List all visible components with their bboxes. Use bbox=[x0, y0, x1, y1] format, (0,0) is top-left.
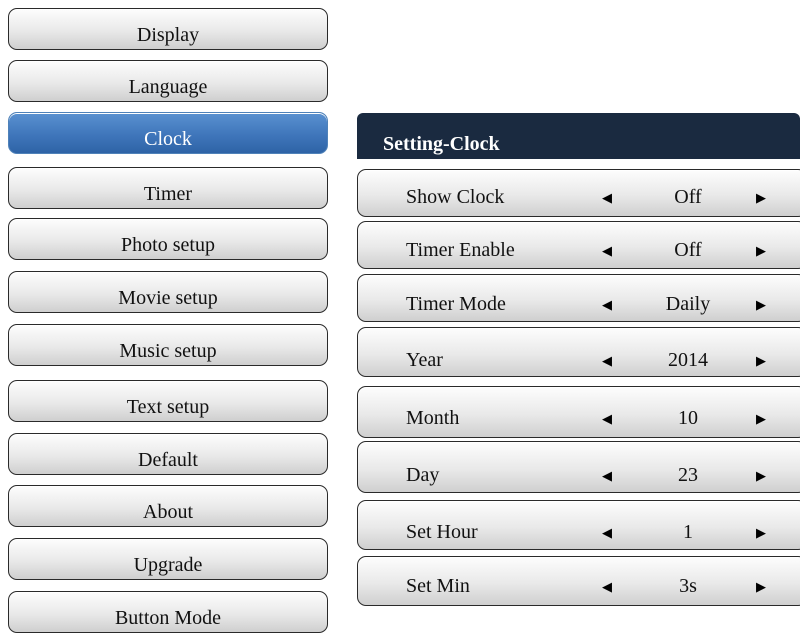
menu-item-language[interactable]: Language bbox=[8, 60, 328, 102]
menu-item-label: Default bbox=[138, 449, 198, 471]
menu-item-clock[interactable]: Clock bbox=[8, 112, 328, 154]
menu-item-label: About bbox=[143, 501, 193, 523]
setting-row-set-hour[interactable]: Set Hour ◀ 1 ▶ bbox=[357, 500, 800, 550]
menu-item-label: Language bbox=[128, 76, 208, 98]
menu-item-button-mode[interactable]: Button Mode bbox=[8, 591, 328, 633]
menu-item-display[interactable]: Display bbox=[8, 8, 328, 50]
menu-item-label: Music setup bbox=[119, 340, 217, 362]
setting-label: Day bbox=[406, 464, 440, 486]
left-arrow-icon[interactable]: ◀ bbox=[602, 411, 612, 427]
menu-item-upgrade[interactable]: Upgrade bbox=[8, 538, 328, 580]
setting-label: Set Hour bbox=[406, 521, 478, 543]
menu-item-text-setup[interactable]: Text setup bbox=[8, 380, 328, 422]
setting-label: Timer Enable bbox=[406, 239, 515, 261]
setting-value: Off bbox=[674, 186, 702, 208]
menu-item-label: Movie setup bbox=[118, 287, 218, 309]
panel-header: Setting-Clock bbox=[357, 113, 800, 159]
left-arrow-icon[interactable]: ◀ bbox=[602, 525, 612, 541]
left-arrow-icon[interactable]: ◀ bbox=[602, 353, 612, 369]
setting-label: Timer Mode bbox=[406, 293, 506, 315]
menu-item-music-setup[interactable]: Music setup bbox=[8, 324, 328, 366]
setting-row-timer-mode[interactable]: Timer Mode ◀ Daily ▶ bbox=[357, 274, 800, 322]
setting-value: 2014 bbox=[668, 349, 708, 371]
menu-item-label: Timer bbox=[143, 183, 193, 205]
setting-label: Month bbox=[406, 407, 460, 429]
right-arrow-icon[interactable]: ▶ bbox=[756, 525, 766, 541]
setting-label: Set Min bbox=[406, 575, 470, 597]
menu-item-movie-setup[interactable]: Movie setup bbox=[8, 271, 328, 313]
right-arrow-icon[interactable]: ▶ bbox=[756, 243, 766, 259]
menu-item-photo-setup[interactable]: Photo setup bbox=[8, 218, 328, 260]
setting-value: 1 bbox=[683, 521, 693, 543]
menu-item-label: Photo setup bbox=[121, 234, 215, 256]
setting-row-month[interactable]: Month ◀ 10 ▶ bbox=[357, 386, 800, 438]
right-arrow-icon[interactable]: ▶ bbox=[756, 190, 766, 206]
right-arrow-icon[interactable]: ▶ bbox=[756, 411, 766, 427]
left-arrow-icon[interactable]: ◀ bbox=[602, 243, 612, 259]
right-arrow-icon[interactable]: ▶ bbox=[756, 579, 766, 595]
setting-value: Daily bbox=[665, 293, 711, 315]
menu-item-label: Button Mode bbox=[114, 607, 222, 629]
setting-row-timer-enable[interactable]: Timer Enable ◀ Off ▶ bbox=[357, 221, 800, 269]
setting-row-set-min[interactable]: Set Min ◀ 3s ▶ bbox=[357, 556, 800, 606]
setting-row-show-clock[interactable]: Show Clock ◀ Off ▶ bbox=[357, 169, 800, 217]
setting-value: Off bbox=[674, 239, 702, 261]
left-arrow-icon[interactable]: ◀ bbox=[602, 579, 612, 595]
right-arrow-icon[interactable]: ▶ bbox=[756, 468, 766, 484]
setting-label: Year bbox=[406, 349, 443, 371]
right-arrow-icon[interactable]: ▶ bbox=[756, 297, 766, 313]
right-arrow-icon[interactable]: ▶ bbox=[756, 353, 766, 369]
setting-label: Show Clock bbox=[406, 186, 505, 208]
menu-item-about[interactable]: About bbox=[8, 485, 328, 527]
panel-title: Setting-Clock bbox=[383, 133, 500, 155]
menu-item-label: Clock bbox=[144, 128, 192, 150]
menu-item-label: Text setup bbox=[126, 396, 210, 418]
left-arrow-icon[interactable]: ◀ bbox=[602, 190, 612, 206]
setting-value: 3s bbox=[679, 575, 697, 597]
left-arrow-icon[interactable]: ◀ bbox=[602, 468, 612, 484]
menu-item-timer[interactable]: Timer bbox=[8, 167, 328, 209]
menu-item-label: Display bbox=[136, 24, 200, 46]
menu-item-label: Upgrade bbox=[133, 554, 203, 576]
setting-value: 10 bbox=[678, 407, 698, 429]
menu-item-default[interactable]: Default bbox=[8, 433, 328, 475]
setting-row-day[interactable]: Day ◀ 23 ▶ bbox=[357, 441, 800, 493]
left-arrow-icon[interactable]: ◀ bbox=[602, 297, 612, 313]
setting-value: 23 bbox=[678, 464, 698, 486]
setting-row-year[interactable]: Year ◀ 2014 ▶ bbox=[357, 327, 800, 377]
